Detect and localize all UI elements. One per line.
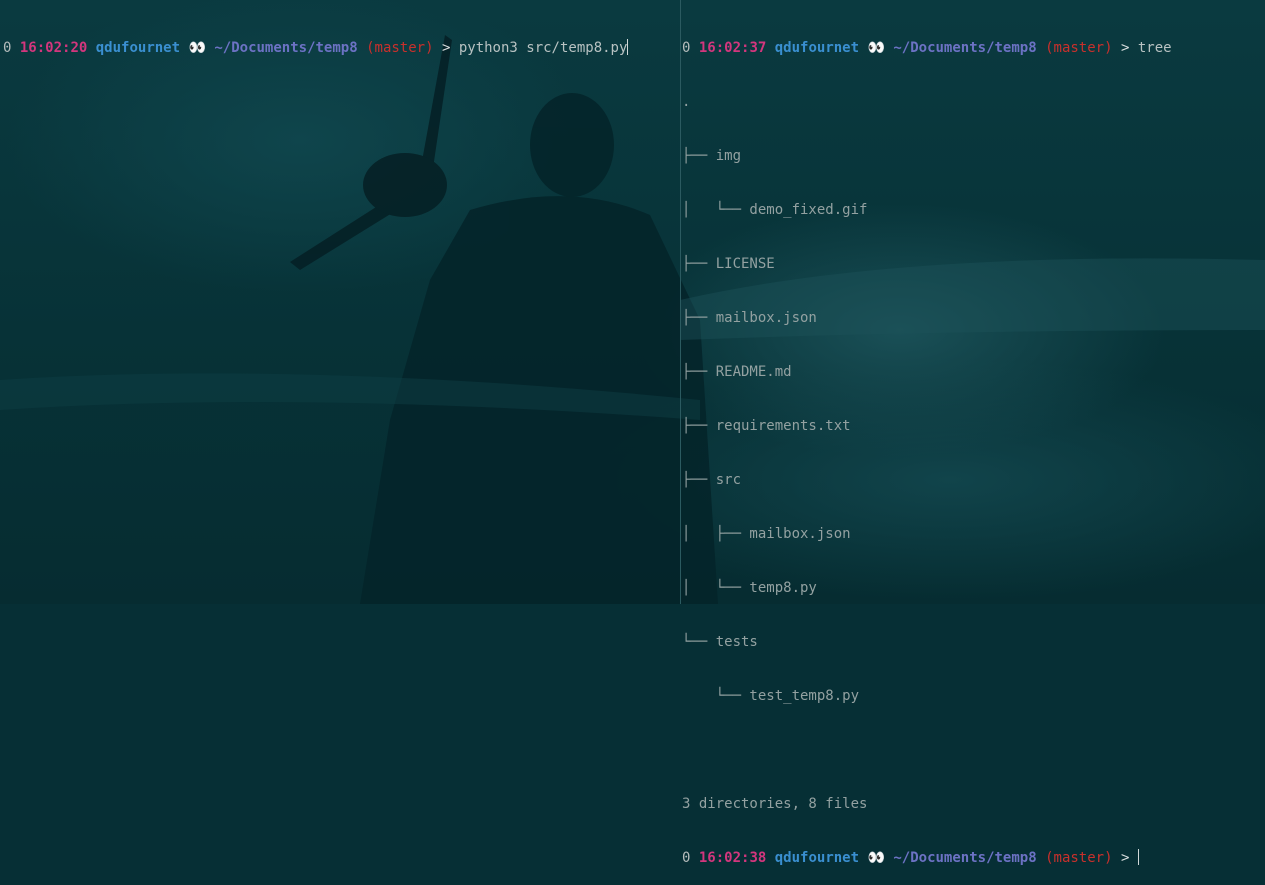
eyes-icon: 👀 xyxy=(188,40,206,56)
tree-summary: 3 directories, 8 files xyxy=(682,796,868,812)
prompt-user: qdufournet xyxy=(774,850,860,866)
command-text: python3 src/temp8.py xyxy=(458,40,628,56)
prompt-line: 0 16:02:37 qdufournet 👀 ~/Documents/temp… xyxy=(682,39,1265,57)
pane-divider[interactable] xyxy=(680,0,681,604)
tree-line: └── tests xyxy=(682,634,758,650)
prompt-user: qdufournet xyxy=(774,40,860,56)
eyes-icon: 👀 xyxy=(867,40,885,56)
tree-line: │ ├── mailbox.json xyxy=(682,526,851,542)
git-branch: (master) xyxy=(1045,850,1113,866)
terminal-pane-left[interactable]: 0 16:02:20 qdufournet 👀 ~/Documents/temp… xyxy=(0,0,673,604)
tree-line: │ └── temp8.py xyxy=(682,580,817,596)
tree-line: ├── README.md xyxy=(682,364,792,380)
prompt-time: 16:02:20 xyxy=(19,40,88,56)
eyes-icon: 👀 xyxy=(867,850,885,866)
prompt-line: 0 16:02:20 qdufournet 👀 ~/Documents/temp… xyxy=(3,39,673,57)
tree-line: . xyxy=(682,94,691,110)
git-branch: (master) xyxy=(1045,40,1113,56)
prompt-arrow: > xyxy=(1120,850,1130,866)
exit-code: 0 xyxy=(682,850,691,866)
prompt-path: ~/Documents/temp8 xyxy=(893,40,1037,56)
exit-code: 0 xyxy=(3,40,12,56)
terminal-pane-right[interactable]: 0 16:02:37 qdufournet 👀 ~/Documents/temp… xyxy=(682,0,1265,866)
exit-code: 0 xyxy=(682,40,691,56)
prompt-arrow: > xyxy=(441,40,451,56)
tree-line: ├── LICENSE xyxy=(682,256,775,272)
tree-line: ├── requirements.txt xyxy=(682,418,851,434)
prompt-path: ~/Documents/temp8 xyxy=(893,850,1037,866)
prompt-arrow: > xyxy=(1120,40,1130,56)
prompt-path: ~/Documents/temp8 xyxy=(214,40,358,56)
text-cursor xyxy=(627,39,629,55)
tree-line: ├── mailbox.json xyxy=(682,310,817,326)
text-cursor xyxy=(1137,849,1139,865)
tree-line: │ └── demo_fixed.gif xyxy=(682,202,868,218)
git-branch: (master) xyxy=(366,40,434,56)
prompt-time: 16:02:37 xyxy=(698,40,767,56)
tree-line: ├── src xyxy=(682,472,742,488)
tree-line: ├── img xyxy=(682,148,742,164)
prompt-user: qdufournet xyxy=(95,40,181,56)
prompt-time: 16:02:38 xyxy=(698,850,767,866)
command-text: tree xyxy=(1137,40,1172,56)
prompt-line: 0 16:02:38 qdufournet 👀 ~/Documents/temp… xyxy=(682,849,1265,867)
tree-line: └── test_temp8.py xyxy=(682,688,860,704)
